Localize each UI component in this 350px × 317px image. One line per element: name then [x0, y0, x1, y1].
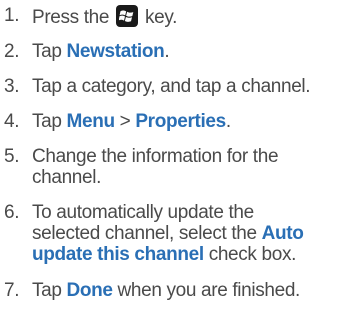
- step-number: 6.: [4, 202, 20, 223]
- step-text: Tap Newstation.: [32, 41, 170, 62]
- step-text-line-1: Change the information for the: [32, 146, 279, 167]
- update-this-channel-keyword: update this channel: [32, 244, 204, 265]
- step-text: Tap Done when you are finished.: [32, 280, 300, 301]
- step-text: Press the key.: [32, 5, 178, 28]
- step-number: 5.: [4, 146, 20, 167]
- step-text: Tap a category, and tap a channel.: [32, 76, 311, 97]
- properties-keyword: Properties: [135, 111, 226, 132]
- step-number: 3.: [4, 76, 20, 97]
- auto-keyword: Auto: [261, 223, 304, 244]
- step-text-line-2: channel.: [32, 167, 102, 188]
- step-number: 1.: [4, 5, 20, 26]
- menu-keyword: Menu: [66, 111, 116, 132]
- done-keyword: Done: [66, 280, 113, 301]
- step-text-line-2: selected channel, select the Auto: [32, 223, 304, 244]
- step-number: 4.: [4, 111, 20, 132]
- step-text-line-1: To automatically update the: [32, 202, 254, 223]
- step-number: 7.: [4, 280, 20, 301]
- step-text-line-3: update this channel check box.: [32, 244, 297, 265]
- step-text: Tap Menu > Properties.: [32, 111, 231, 132]
- newstation-keyword: Newstation: [66, 41, 165, 62]
- windows-start-key-icon: [116, 5, 139, 27]
- step-number: 2.: [4, 41, 20, 62]
